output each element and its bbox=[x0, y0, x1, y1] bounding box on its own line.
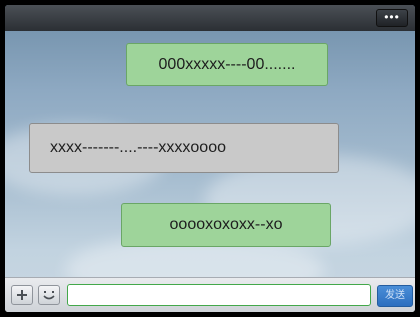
message-text: 000xxxxx----00....... bbox=[158, 55, 296, 73]
plus-icon bbox=[17, 290, 27, 300]
message-text: xxxx-------....----xxxxoooo bbox=[50, 139, 226, 156]
top-bar: ••• bbox=[5, 5, 415, 31]
composer-bar: 发送 bbox=[5, 277, 415, 312]
message-bubble-sent[interactable]: ooooxoxoxx--xo bbox=[121, 203, 331, 247]
emoji-button[interactable] bbox=[38, 285, 60, 305]
send-button[interactable]: 发送 bbox=[377, 285, 413, 307]
more-button[interactable]: ••• bbox=[376, 9, 408, 27]
message-text: ooooxoxoxx--xo bbox=[169, 216, 283, 233]
smiley-icon bbox=[43, 291, 55, 300]
message-bubble-received[interactable]: xxxx-------....----xxxxoooo bbox=[29, 123, 339, 173]
message-input[interactable] bbox=[67, 284, 371, 306]
chat-screen: ••• 000xxxxx----00....... xxxx-------...… bbox=[5, 5, 415, 312]
message-bubble-sent[interactable]: 000xxxxx----00....... bbox=[126, 43, 328, 86]
add-attachment-button[interactable] bbox=[11, 285, 33, 305]
app-frame: ••• 000xxxxx----00....... xxxx-------...… bbox=[0, 0, 420, 317]
